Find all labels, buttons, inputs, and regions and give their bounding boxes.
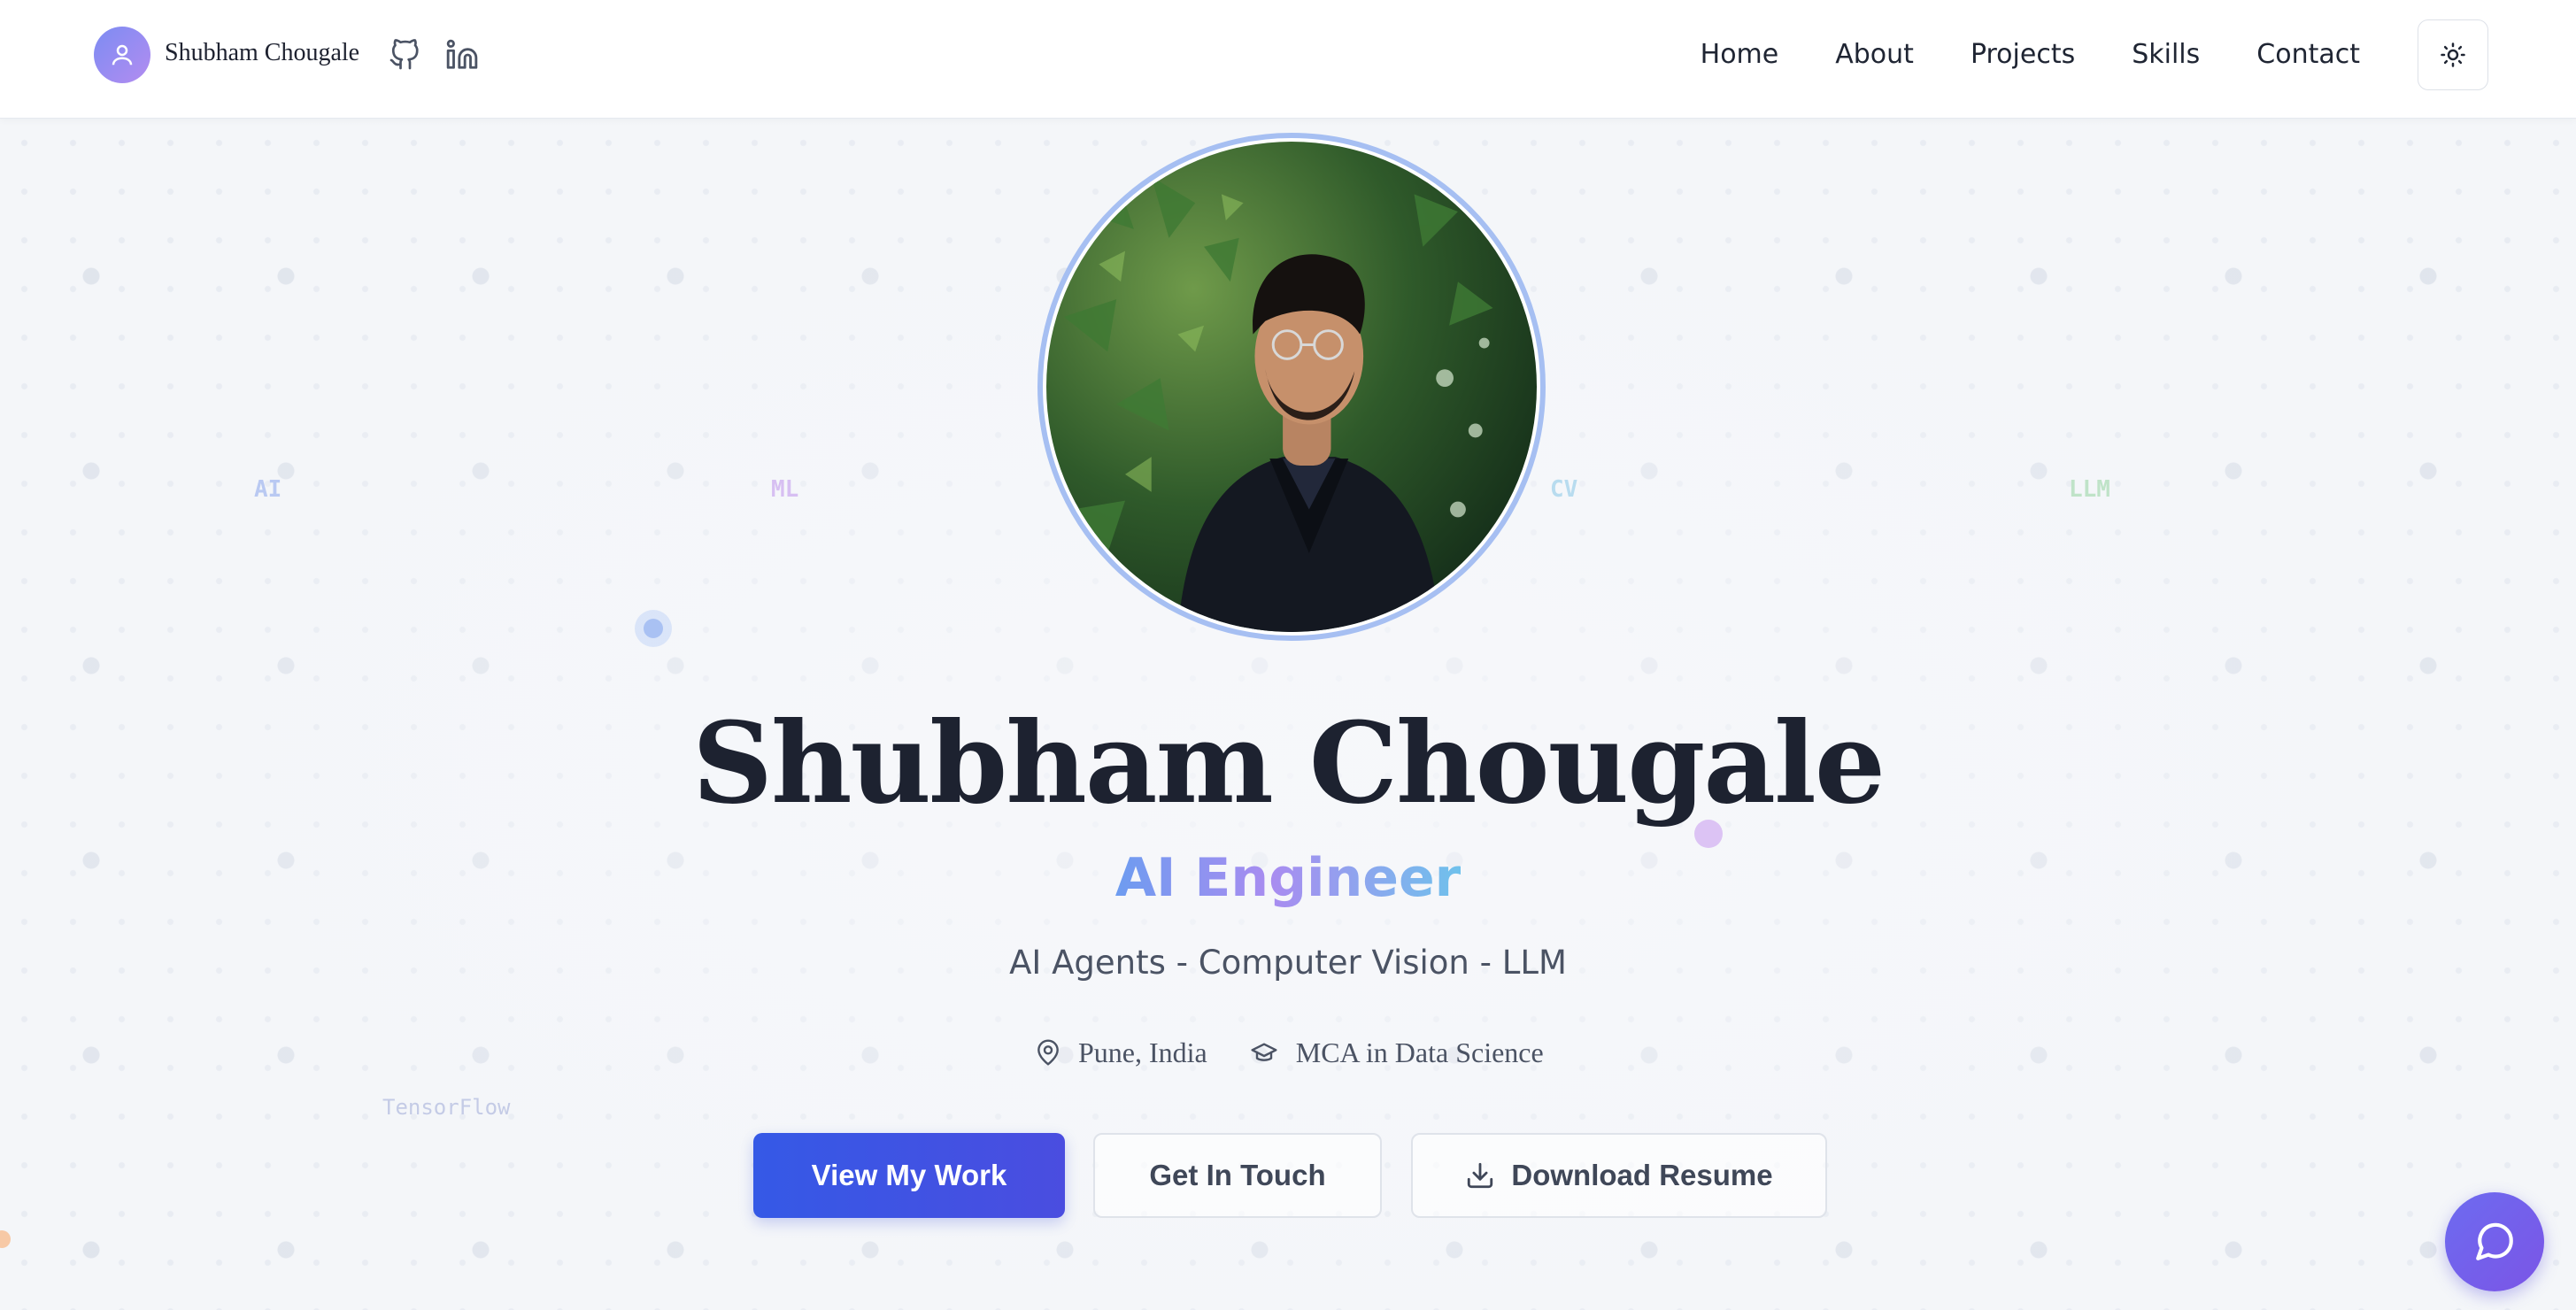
profile-photo (1046, 142, 1537, 632)
theme-toggle-button[interactable] (2418, 19, 2488, 90)
download-resume-button[interactable]: Download Resume (1411, 1133, 1827, 1218)
linkedin-link[interactable] (443, 35, 482, 74)
nav-link-contact[interactable]: Contact (2256, 35, 2360, 74)
hero-role-text: AI Engineer (1114, 847, 1462, 909)
download-resume-label: Download Resume (1511, 1159, 1773, 1191)
linkedin-icon (446, 39, 478, 69)
github-icon (389, 39, 419, 70)
sun-icon (2441, 42, 2465, 67)
nav-link-about[interactable]: About (1835, 35, 1914, 74)
hero-meta-row: Pune, India MCA in Data Science (1034, 1032, 1585, 1073)
top-navbar: Shubham Chougale Home About Projects Ski… (0, 0, 2576, 119)
graduation-cap-icon (1251, 1043, 1277, 1061)
view-my-work-button[interactable]: View My Work (753, 1133, 1065, 1218)
location-info: Pune, India (1034, 1036, 1207, 1069)
nav-link-projects[interactable]: Projects (1971, 35, 2075, 74)
nav-link-home[interactable]: Home (1701, 35, 1779, 74)
nav-links: Home About Projects Skills Contact (1644, 35, 2360, 74)
floating-word-ml: ML (771, 476, 799, 503)
download-icon (1468, 1162, 1493, 1189)
hero-role: AI Engineer (0, 847, 2576, 909)
nav-link-skills[interactable]: Skills (2132, 35, 2200, 74)
floating-word-cv: CV (1550, 476, 1578, 503)
brand-avatar[interactable] (94, 27, 150, 83)
hero-name: Shubham Chougale (691, 697, 1886, 828)
floating-word-tensorflow: TensorFlow (382, 1095, 511, 1120)
user-icon (112, 44, 133, 66)
education-info: MCA in Data Science (1248, 1036, 1544, 1069)
education-text: MCA in Data Science (1295, 1036, 1544, 1068)
github-link[interactable] (385, 35, 424, 74)
map-pin-icon (1037, 1039, 1059, 1066)
floating-word-llm: LLM (2069, 476, 2110, 503)
get-in-touch-button[interactable]: Get In Touch (1093, 1133, 1382, 1218)
floating-word-ai: AI (254, 476, 282, 503)
chat-bubble-icon (2476, 1222, 2513, 1260)
location-text: Pune, India (1078, 1036, 1207, 1068)
hero-tagline: AI Agents - Computer Vision - LLM (1009, 944, 1567, 982)
decor-dot-blue (644, 619, 663, 638)
brand-name[interactable]: Shubham Chougale (165, 39, 359, 67)
chat-button[interactable] (2445, 1192, 2544, 1291)
profile-photo-frame (1037, 133, 1546, 641)
